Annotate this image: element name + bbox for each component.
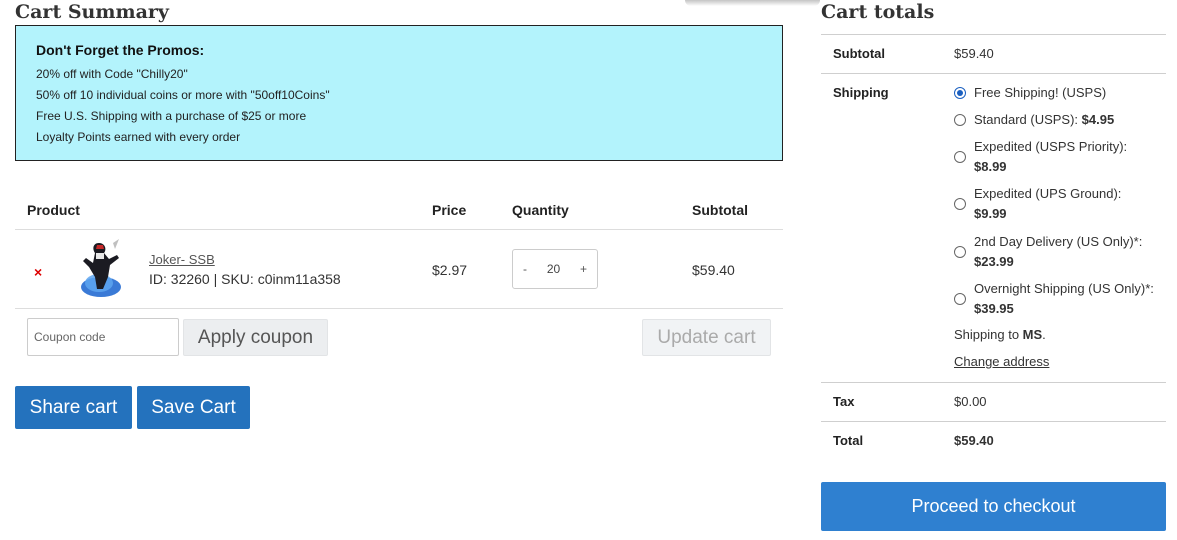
header-price: Price <box>432 202 467 218</box>
radio-button[interactable] <box>954 114 966 126</box>
promo-title: Don't Forget the Promos: <box>36 42 205 58</box>
shipping-option-expedited-usps[interactable]: Expedited (USPS Priority): $8.99 <box>954 137 1127 177</box>
shipping-option-expedited-ups[interactable]: Expedited (UPS Ground): $9.99 <box>954 184 1121 224</box>
shipping-option-label: Expedited (USPS Priority): <box>974 139 1128 154</box>
subtotal-label: Subtotal <box>833 46 885 61</box>
radio-button[interactable] <box>954 198 966 210</box>
share-cart-button[interactable]: Share cart <box>15 386 132 429</box>
radio-button[interactable] <box>954 293 966 305</box>
divider <box>821 34 1166 35</box>
shipping-option-free[interactable]: Free Shipping! (USPS) <box>954 83 1106 103</box>
item-price: $2.97 <box>432 262 468 278</box>
promo-line: Free U.S. Shipping with a purchase of $2… <box>36 109 307 123</box>
shipping-option-label: 2nd Day Delivery (US Only)*: <box>974 234 1143 249</box>
shipping-option-label: Free Shipping! (USPS) <box>974 85 1107 100</box>
shipping-option-2nd-day[interactable]: 2nd Day Delivery (US Only)*: $23.99 <box>954 232 1142 272</box>
remove-item-icon[interactable]: × <box>34 264 42 280</box>
divider <box>15 229 783 230</box>
radio-button[interactable] <box>954 246 966 258</box>
tax-value: $0.00 <box>954 394 987 409</box>
shipping-state: MS <box>1022 327 1043 342</box>
shipping-label: Shipping <box>833 85 889 100</box>
qty-value[interactable]: 20 <box>547 262 560 276</box>
apply-coupon-button[interactable]: Apply coupon <box>183 319 328 356</box>
promo-line: 50% off 10 individual coins or more with… <box>36 88 330 102</box>
shipping-option-overnight[interactable]: Overnight Shipping (US Only)*: $39.95 <box>954 279 1154 319</box>
cart-totals-panel: Cart totals Subtotal $59.40 Shipping Fre… <box>821 0 1166 540</box>
header-quantity: Quantity <box>512 202 569 218</box>
shipping-option-label: Expedited (UPS Ground): <box>974 186 1122 201</box>
header-product: Product <box>27 202 80 218</box>
subtotal-value: $59.40 <box>954 46 994 61</box>
item-subtotal: $59.40 <box>692 262 735 278</box>
window-shadow <box>685 0 820 6</box>
product-thumbnail[interactable] <box>73 237 129 299</box>
shipping-option-price: $8.99 <box>974 159 1007 174</box>
divider <box>821 73 1166 74</box>
divider <box>15 308 783 309</box>
radio-button[interactable] <box>954 87 966 99</box>
proceed-to-checkout-button[interactable]: Proceed to checkout <box>821 482 1166 531</box>
update-cart-button[interactable]: Update cart <box>642 319 771 356</box>
product-meta: ID: 32260 | SKU: c0inm11a358 <box>149 271 341 287</box>
shipping-option-price: $9.99 <box>974 206 1007 221</box>
save-cart-button[interactable]: Save Cart <box>137 386 250 429</box>
qty-minus-button[interactable]: - <box>523 262 527 276</box>
shipping-option-standard[interactable]: Standard (USPS): $4.95 <box>954 110 1114 130</box>
divider <box>821 382 1166 383</box>
shipping-option-price: $4.95 <box>1081 112 1115 127</box>
shipping-option-label: Standard (USPS): <box>974 112 1082 127</box>
divider <box>821 421 1166 422</box>
shipping-destination: Shipping to MS. <box>954 327 1046 342</box>
total-value: $59.40 <box>954 433 994 448</box>
header-subtotal: Subtotal <box>692 202 748 218</box>
total-label: Total <box>833 433 864 448</box>
tax-label: Tax <box>833 394 855 409</box>
coupon-code-input[interactable] <box>27 318 179 356</box>
radio-button[interactable] <box>954 151 966 163</box>
change-address-link[interactable]: Change address <box>954 354 1049 369</box>
cart-totals-title: Cart totals <box>821 1 935 23</box>
shipping-option-label: Overnight Shipping (US Only)*: <box>974 281 1154 296</box>
promo-box: Don't Forget the Promos: 20% off with Co… <box>15 25 783 161</box>
cart-summary-title: Cart Summary <box>15 1 169 23</box>
product-name-link[interactable]: Joker- SSB <box>149 252 215 267</box>
shipping-option-price: $39.95 <box>974 301 1014 316</box>
shipping-option-price: $23.99 <box>974 254 1014 269</box>
qty-plus-button[interactable]: + <box>580 262 587 276</box>
promo-line: 20% off with Code "Chilly20" <box>36 67 188 81</box>
quantity-stepper[interactable]: - 20 + <box>512 249 598 289</box>
promo-line: Loyalty Points earned with every order <box>36 130 241 144</box>
